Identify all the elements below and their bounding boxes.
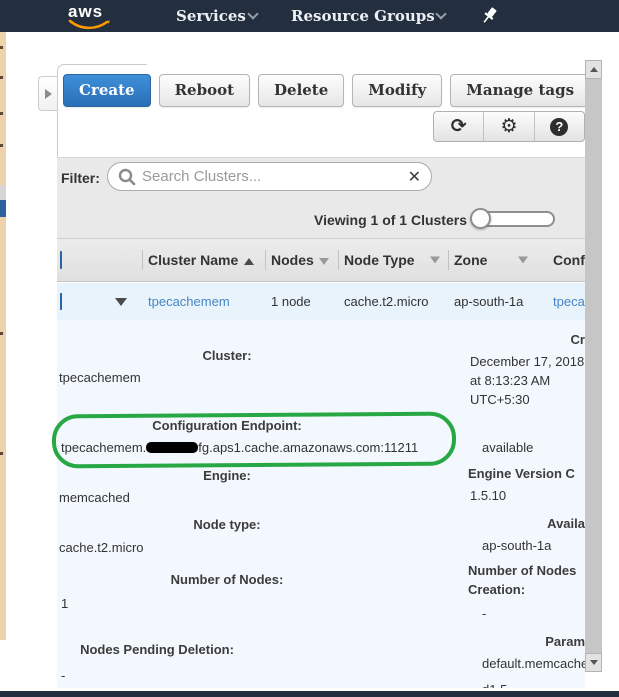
cluster-details-panel: Cluster: tpecachemem Configuration Endpo…: [57, 320, 585, 688]
detail-value-engine: memcached: [59, 490, 130, 505]
viewing-count-label: Viewing 1 of 1 Clusters: [314, 212, 467, 228]
chevron-right-icon: [45, 89, 52, 99]
filter-label: Filter:: [61, 170, 100, 186]
detail-value-nodes-pending-deletion: -: [61, 668, 65, 683]
delete-button[interactable]: Delete: [258, 74, 344, 107]
filter-panel: Filter: ✕ Viewing 1 of 1 Clusters: [57, 157, 585, 238]
row-zone: ap-south-1a: [450, 294, 538, 309]
column-header-conf[interactable]: Conf: [538, 252, 585, 268]
row-conf-endpoint-link[interactable]: tpeca: [553, 294, 585, 309]
clear-search-icon[interactable]: ✕: [408, 169, 421, 185]
refresh-button[interactable]: ⟳: [434, 112, 483, 141]
detail-value-parameter-group: default.memcache: [470, 654, 585, 673]
search-icon: [118, 168, 136, 186]
sort-asc-icon: [244, 258, 254, 265]
cluster-name-link[interactable]: tpecachemem: [148, 294, 230, 309]
manage-tags-button[interactable]: Manage tags: [450, 74, 590, 107]
detail-label-creation-time: Cr: [468, 332, 585, 347]
aws-logo[interactable]: aws: [66, 2, 112, 30]
scroll-up-icon: [590, 67, 598, 72]
detail-label-nodes-pending-creation: Number of Nodes: [468, 563, 585, 578]
detail-value-nodes-pending-creation: -: [470, 604, 585, 623]
modify-button[interactable]: Modify: [352, 74, 442, 107]
pin-icon[interactable]: [477, 4, 501, 28]
help-button[interactable]: ?: [534, 112, 584, 141]
background-window-sliver: [0, 32, 6, 640]
sort-icon: [430, 257, 440, 264]
settings-button[interactable]: ⚙: [483, 112, 533, 141]
column-header-nodes[interactable]: Nodes: [267, 252, 340, 268]
detail-label-cluster: Cluster:: [57, 348, 397, 363]
detail-value-availability-zone: ap-south-1a: [470, 536, 585, 555]
detail-label-nodes-pending-deletion: Nodes Pending Deletion:: [57, 642, 257, 657]
detail-value-creation-time: December 17, 2018 at 8:13:23 AM UTC+5:30: [470, 352, 585, 409]
detail-label-node-type: Node type:: [57, 517, 397, 532]
search-box[interactable]: ✕: [107, 162, 432, 191]
detail-value-cluster: tpecachemem: [59, 370, 141, 385]
services-caret-icon: [247, 8, 258, 19]
column-header-cluster-name[interactable]: Cluster Name: [144, 252, 267, 268]
select-all-checkbox[interactable]: [60, 251, 62, 269]
scroll-down-icon: [590, 660, 598, 665]
redaction-mark: [146, 442, 198, 453]
detail-label-availability-zone: Availa: [468, 516, 585, 531]
detail-label-number-of-nodes: Number of Nodes:: [57, 572, 397, 587]
refresh-icon: ⟳: [451, 117, 467, 136]
detail-label-configuration-endpoint: Configuration Endpoint:: [57, 418, 397, 433]
pagination-slider-knob[interactable]: [470, 208, 491, 229]
column-header-zone[interactable]: Zone: [450, 252, 538, 268]
cluster-table-row[interactable]: tpecachemem 1 node cache.t2.micro ap-sou…: [57, 283, 585, 320]
detail-value-number-of-nodes: 1: [61, 596, 68, 611]
collapse-row-icon[interactable]: [115, 298, 127, 306]
column-header-node-type[interactable]: Node Type: [340, 252, 450, 268]
detail-value-status: available: [470, 438, 585, 457]
expand-sidebar-tab[interactable]: [38, 76, 57, 111]
row-checkbox[interactable]: [60, 293, 62, 310]
table-header: Cluster Name Nodes Node Type Zone Conf: [57, 238, 585, 282]
vertical-scrollbar[interactable]: [585, 60, 602, 672]
nav-services[interactable]: Services: [176, 7, 246, 25]
detail-value-node-type: cache.t2.micro: [59, 540, 144, 555]
action-toolbar: Create Reboot Delete Modify Manage tags: [63, 74, 590, 108]
row-node-type: cache.t2.micro: [340, 294, 450, 309]
bottom-window-bar: [0, 691, 619, 697]
sort-icon: [319, 258, 329, 265]
row-nodes: 1 node: [267, 294, 340, 309]
detail-value-configuration-endpoint: tpecachemem.fg.aps1.cache.amazonaws.com:…: [61, 440, 418, 455]
help-icon: ?: [550, 118, 568, 136]
gear-icon: ⚙: [500, 117, 517, 136]
search-input[interactable]: [142, 168, 408, 185]
scroll-up-button[interactable]: [585, 60, 602, 79]
create-button[interactable]: Create: [63, 74, 151, 107]
detail-value-engine-version: 1.5.10: [470, 486, 585, 505]
aws-smile-icon: [66, 19, 112, 31]
resource-groups-caret-icon: [435, 8, 446, 19]
detail-value-parameter-group-line2: d1.5: [470, 680, 585, 688]
sort-icon: [518, 257, 528, 264]
detail-label-engine: Engine:: [57, 468, 397, 483]
top-nav-bar: aws Services Resource Groups: [0, 0, 619, 32]
utility-icon-bar: ⟳ ⚙ ?: [433, 111, 585, 142]
nav-resource-groups[interactable]: Resource Groups: [291, 7, 435, 25]
detail-label-nodes-pending-creation-line2: Creation:: [468, 582, 585, 597]
scroll-down-button[interactable]: [585, 653, 602, 672]
reboot-button[interactable]: Reboot: [159, 74, 250, 107]
detail-label-engine-version: Engine Version C: [468, 466, 585, 481]
detail-label-parameter-group: Param: [468, 634, 585, 649]
